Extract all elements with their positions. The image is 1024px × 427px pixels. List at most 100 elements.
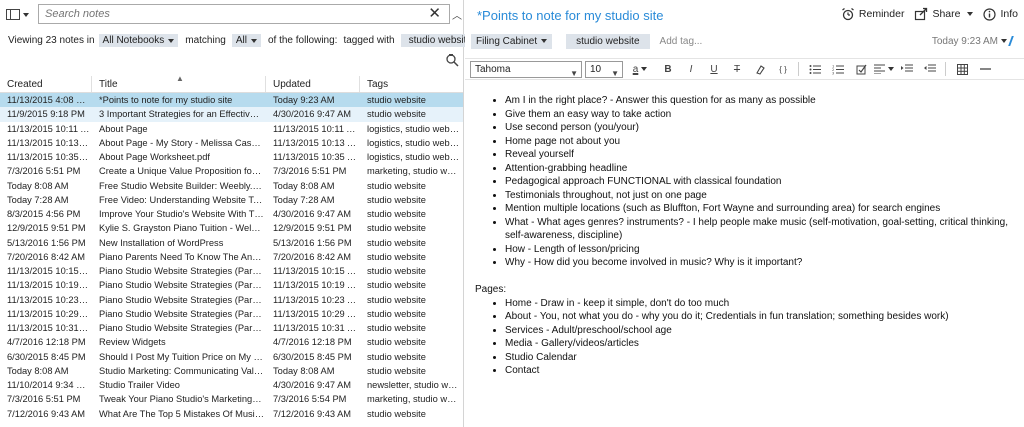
- created-cell: 11/13/2015 10:13 A...: [7, 137, 92, 148]
- column-header-tags[interactable]: Tags: [360, 76, 463, 92]
- table-row[interactable]: 11/13/2015 10:13 A... About Page - My Sto…: [0, 136, 463, 150]
- table-row[interactable]: 11/13/2015 4:08 PM *Points to note for my…: [0, 93, 463, 108]
- align-button[interactable]: [873, 60, 895, 78]
- chevron-down-icon: [168, 38, 175, 43]
- note-tag[interactable]: studio website: [566, 33, 650, 49]
- horizontal-rule-button[interactable]: [974, 60, 996, 78]
- font-size-select[interactable]: 10 ▼: [585, 60, 623, 78]
- created-cell: 6/30/2015 8:45 PM: [7, 351, 86, 362]
- created-cell: 11/13/2015 10:35 A...: [7, 152, 92, 162]
- tags-cell: studio website: [367, 180, 426, 191]
- created-cell: 11/13/2015 10:29 A...: [7, 308, 92, 319]
- table-row[interactable]: Today 7:28 AM Free Video: Understanding W…: [0, 193, 463, 207]
- note-body[interactable]: Am I in the right place? - Answer this q…: [475, 94, 1020, 378]
- search-box: ✕: [38, 4, 450, 24]
- underline-button[interactable]: U: [703, 60, 725, 78]
- title-cell: Piano Studio Website Strategies (Part 1)…: [99, 266, 266, 276]
- table-row[interactable]: 5/13/2016 1:56 PM New Installation of Wor…: [0, 236, 463, 250]
- numbered-list-button[interactable]: 1 2 3: [827, 60, 849, 78]
- tags-cell: studio website: [367, 365, 426, 376]
- title-cell: Free Studio Website Builder: Weebly.com: [99, 180, 266, 191]
- highlight-button[interactable]: [749, 60, 771, 78]
- table-row[interactable]: 11/13/2015 10:31 A... Piano Studio Websit…: [0, 321, 463, 335]
- tags-cell: studio website: [367, 237, 426, 248]
- table-row[interactable]: 7/12/2016 9:43 AM What Are The Top 5 Mist…: [0, 407, 463, 421]
- title-cell: Review Widgets: [99, 337, 166, 348]
- notebook-selector[interactable]: Filing Cabinet: [471, 33, 553, 49]
- updated-cell: Today 9:23 AM: [273, 95, 335, 105]
- view-toggle-button[interactable]: [6, 6, 36, 23]
- table-icon: [956, 63, 968, 75]
- table-row[interactable]: 7/20/2016 8:42 AM Piano Parents Need To K…: [0, 250, 463, 264]
- info-icon: [983, 7, 997, 21]
- table-row[interactable]: 7/3/2016 5:51 PM Create a Unique Value Pr…: [0, 164, 463, 178]
- list-item: Services - Adult/preschool/school age: [505, 324, 1020, 338]
- reminder-button[interactable]: Reminder: [841, 7, 904, 21]
- table-row[interactable]: Today 8:08 AM Studio Marketing: Communica…: [0, 364, 463, 378]
- tagged-with-label: tagged with: [343, 35, 395, 46]
- table-header: ▲ Created Title Updated Tags: [0, 74, 463, 93]
- indent-button[interactable]: [896, 60, 918, 78]
- font-color-button[interactable]: a: [629, 60, 651, 78]
- column-header-created[interactable]: Created: [0, 76, 92, 92]
- created-cell: 11/13/2015 10:19 A...: [7, 280, 92, 291]
- table-row[interactable]: 11/13/2015 10:15 A... Piano Studio Websit…: [0, 264, 463, 278]
- table-row[interactable]: 11/13/2015 10:19 A... Piano Studio Websit…: [0, 278, 463, 292]
- table-row[interactable]: 8/3/2015 4:56 PM Improve Your Studio's We…: [0, 207, 463, 221]
- table-row[interactable]: 11/13/2015 10:29 A... Piano Studio Websit…: [0, 307, 463, 321]
- title-cell: New Installation of WordPress: [99, 237, 224, 248]
- table-row[interactable]: 11/9/2015 9:18 PM 3 Important Strategies …: [0, 107, 463, 122]
- bold-button[interactable]: B: [657, 60, 679, 78]
- created-cell: 4/7/2016 12:18 PM: [7, 337, 86, 348]
- note-header-actions: Reminder Share Info: [841, 7, 1018, 21]
- table-row[interactable]: 4/7/2016 12:18 PM Review Widgets 4/7/2016 …: [0, 335, 463, 349]
- created-cell: 11/13/2015 10:31 A...: [7, 323, 92, 333]
- title-cell: Free Video: Understanding Website Tech..…: [99, 194, 266, 205]
- info-button[interactable]: Info: [983, 7, 1018, 21]
- updated-cell: 7/3/2016 5:51 PM: [273, 166, 347, 177]
- notebook-filter-dropdown[interactable]: All Notebooks: [98, 34, 179, 47]
- table-row[interactable]: 11/13/2015 10:11 A... About Page 11/13/201…: [0, 122, 463, 136]
- table-row[interactable]: 11/13/2015 10:35 A... About Page Workshee…: [0, 150, 463, 164]
- insert-table-button[interactable]: [951, 60, 973, 78]
- add-tag-input[interactable]: Add tag...: [660, 36, 703, 47]
- note-title[interactable]: *Points to note for my studio site: [477, 8, 663, 23]
- bulleted-list-button[interactable]: [804, 60, 826, 78]
- notebook-name: Filing Cabinet: [476, 35, 538, 47]
- table-row[interactable]: 7/3/2016 5:51 PM Tweak Your Piano Studio'…: [0, 392, 463, 406]
- title-cell: Studio Trailer Video: [99, 380, 180, 390]
- checkbox-button[interactable]: [850, 60, 872, 78]
- table-row[interactable]: Today 8:08 AM Free Studio Website Builder…: [0, 179, 463, 193]
- column-header-updated[interactable]: Updated: [266, 76, 360, 92]
- chevron-up-icon[interactable]: ︿: [452, 7, 462, 22]
- match-mode-dropdown[interactable]: All: [231, 34, 261, 47]
- table-row[interactable]: 11/13/2015 10:23 A... Piano Studio Websit…: [0, 293, 463, 307]
- list-item: Pedagogical approach FUNCTIONAL with cla…: [505, 175, 1020, 189]
- chevron-down-icon: [541, 39, 548, 43]
- created-cell: 12/9/2015 9:51 PM: [7, 223, 86, 234]
- numbered-list-icon: 1 2 3: [832, 64, 844, 75]
- list-item: How - Length of lesson/pricing: [505, 243, 1020, 257]
- title-cell: *Points to note for my studio site: [99, 95, 233, 105]
- updated-cell: 11/13/2015 10:19 AM: [273, 280, 360, 291]
- created-cell: 7/20/2016 8:42 AM: [7, 251, 86, 262]
- strikethrough-button[interactable]: T: [726, 60, 748, 78]
- outdent-button[interactable]: [919, 60, 941, 78]
- updated-cell: 5/13/2016 1:56 PM: [273, 237, 352, 248]
- table-row[interactable]: 11/10/2014 9:34 PM Studio Trailer Video 4/…: [0, 378, 463, 392]
- title-cell: Piano Studio Website Strategies (Part 2)…: [99, 280, 266, 291]
- chevron-down-icon: [250, 38, 257, 43]
- font-family-select[interactable]: Tahoma ▼: [470, 60, 582, 78]
- search-input[interactable]: [39, 5, 419, 23]
- italic-button[interactable]: I: [680, 60, 702, 78]
- edit-pen-icon[interactable]: [1008, 36, 1020, 46]
- list-item: Media - Gallery/videos/articles: [505, 337, 1020, 351]
- share-button[interactable]: Share: [914, 7, 974, 21]
- saved-search-icon[interactable]: [445, 53, 459, 67]
- code-button[interactable]: { }: [772, 60, 794, 78]
- checkbox-icon: [856, 64, 866, 74]
- chevron-down-icon[interactable]: [1001, 39, 1007, 43]
- table-row[interactable]: 12/9/2015 9:51 PM Kylie S. Grayston Piano…: [0, 221, 463, 235]
- close-icon[interactable]: ✕: [428, 6, 441, 21]
- table-row[interactable]: 6/30/2015 8:45 PM Should I Post My Tuitio…: [0, 350, 463, 364]
